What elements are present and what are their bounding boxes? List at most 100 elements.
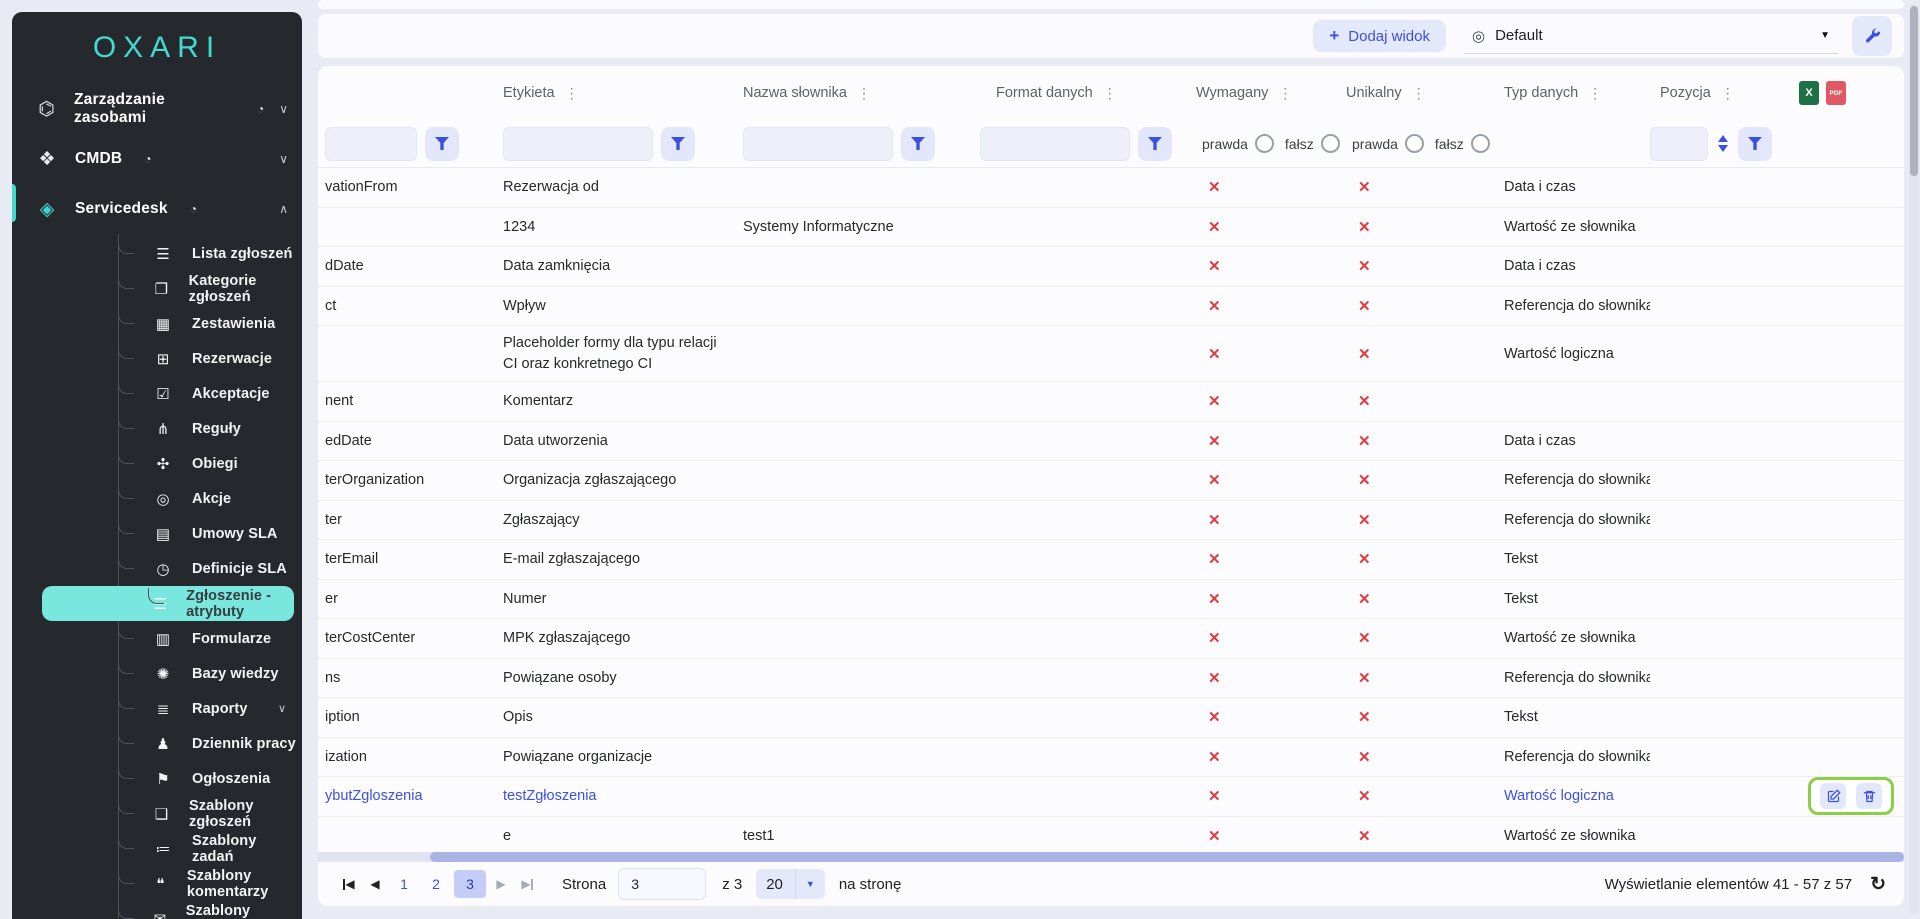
table-settings-button[interactable] bbox=[1852, 16, 1892, 56]
sidebar-item-target[interactable]: ◎Akcje bbox=[12, 481, 302, 516]
cell-wymagany: ✕ bbox=[1180, 218, 1330, 236]
sidebar-item-megaphone[interactable]: ⚑Ogłoszenia bbox=[12, 761, 302, 796]
sidebar-item-approvals[interactable]: ☑Akceptacje bbox=[12, 376, 302, 411]
column-header-label: Format danych bbox=[996, 85, 1093, 101]
filter-button[interactable] bbox=[1738, 127, 1772, 161]
sidebar-section-servicedesk[interactable]: ◈Servicedesk◔∧ bbox=[12, 184, 302, 234]
sidebar-section-assets[interactable]: ⌬Zarządzanie zasobami◔∨ bbox=[12, 84, 302, 134]
filter-button[interactable] bbox=[425, 127, 459, 161]
filter-button[interactable] bbox=[901, 127, 935, 161]
sidebar-item-comment[interactable]: ❝Szablony komentarzy bbox=[12, 866, 302, 901]
cell-etykieta: Zgłaszający bbox=[503, 512, 743, 528]
filter-input[interactable] bbox=[980, 127, 1130, 161]
horizontal-scrollbar[interactable] bbox=[318, 852, 1904, 862]
table-row[interactable]: vationFromRezerwacja od✕✕Data i czas bbox=[318, 168, 1904, 208]
edit-row-button[interactable] bbox=[1820, 783, 1846, 809]
filter-input[interactable] bbox=[325, 127, 417, 161]
cell-wymagany: ✕ bbox=[1180, 669, 1330, 687]
pdf-export-icon[interactable]: PDF bbox=[1826, 81, 1846, 105]
horizontal-scrollbar-thumb[interactable] bbox=[430, 852, 1904, 862]
delete-row-button[interactable] bbox=[1856, 783, 1882, 809]
cell-code: ct bbox=[325, 298, 503, 314]
page-number-2[interactable]: 2 bbox=[422, 870, 450, 898]
view-selector[interactable]: ◎ Default ▼ bbox=[1464, 19, 1838, 54]
page-number-input[interactable] bbox=[618, 868, 706, 900]
table-row[interactable]: Placeholder formy dla typu relacji CI or… bbox=[318, 326, 1904, 382]
page-number-1[interactable]: 1 bbox=[390, 870, 418, 898]
task-list-icon: ≔ bbox=[152, 840, 174, 858]
radio-true[interactable] bbox=[1255, 134, 1274, 153]
sidebar-item-workflows[interactable]: ✣Obiegi bbox=[12, 446, 302, 481]
table-row[interactable]: 1234Systemy Informatyczne✕✕Wartość ze sł… bbox=[318, 208, 1904, 248]
prev-page-button[interactable]: ◀ bbox=[362, 870, 388, 898]
table-row[interactable]: ctWpływ✕✕Referencja do słownika bbox=[318, 287, 1904, 327]
kebab-menu-icon[interactable]: ⋮ bbox=[857, 85, 871, 102]
kebab-menu-icon[interactable]: ⋮ bbox=[1412, 85, 1426, 102]
kebab-menu-icon[interactable]: ⋮ bbox=[565, 85, 579, 102]
sidebar-item-stopwatch[interactable]: ◷Definicje SLA bbox=[12, 551, 302, 586]
table-row[interactable]: dDateData zamknięcia✕✕Data i czas bbox=[318, 247, 1904, 287]
categories-icon: ❐ bbox=[152, 280, 171, 298]
sidebar-item-calendar[interactable]: ⊞Rezerwacje bbox=[12, 341, 302, 376]
sidebar-item-task-list[interactable]: ≔Szablony zadań bbox=[12, 831, 302, 866]
add-view-button[interactable]: + Dodaj widok bbox=[1313, 20, 1446, 52]
table-row[interactable]: ybutZgloszeniatestZgłoszenia✕✕Wartość lo… bbox=[318, 777, 1904, 817]
sidebar-item-template-doc[interactable]: ❏Szablony zgłoszeń bbox=[12, 796, 302, 831]
table-row[interactable]: izationPowiązane organizacje✕✕Referencja… bbox=[318, 738, 1904, 778]
sidebar-item-rules[interactable]: ⋔Reguły bbox=[12, 411, 302, 446]
table-row[interactable]: nentKomentarz✕✕ bbox=[318, 382, 1904, 422]
spinner-down-icon[interactable] bbox=[1718, 145, 1728, 152]
form-icon: ▥ bbox=[152, 630, 174, 648]
table-header-row: Etykieta⋮Nazwa słownika⋮Format danych⋮Wy… bbox=[318, 66, 1904, 120]
vertical-scrollbar-thumb[interactable] bbox=[1910, 6, 1918, 176]
table-row[interactable]: terEmailE-mail zgłaszającego✕✕Tekst bbox=[318, 540, 1904, 580]
filter-input[interactable] bbox=[503, 127, 653, 161]
column-header-label: Nazwa słownika bbox=[743, 85, 847, 101]
position-filter-input[interactable] bbox=[1650, 127, 1708, 161]
next-page-button[interactable]: ▶ bbox=[488, 870, 514, 898]
cell-code: ter bbox=[325, 512, 503, 528]
kebab-menu-icon[interactable]: ⋮ bbox=[1588, 85, 1602, 102]
vertical-scrollbar[interactable] bbox=[1909, 4, 1919, 914]
false-x-icon: ✕ bbox=[1330, 219, 1371, 236]
sidebar-item-bulb[interactable]: ✺Bazy wiedzy bbox=[12, 656, 302, 691]
cell-typ-danych: Data i czas bbox=[1478, 258, 1650, 274]
table-row[interactable]: terZgłaszający✕✕Referencja do słownika bbox=[318, 501, 1904, 541]
radio-false[interactable] bbox=[1471, 134, 1490, 153]
sidebar-item-document[interactable]: ▤Umowy SLA bbox=[12, 516, 302, 551]
radio-true[interactable] bbox=[1405, 134, 1424, 153]
false-x-icon: ✕ bbox=[1330, 551, 1371, 568]
filter-button[interactable] bbox=[661, 127, 695, 161]
table-row[interactable]: edDateData utworzenia✕✕Data i czas bbox=[318, 422, 1904, 462]
sidebar-section-cmdb[interactable]: ❖CMDB◔∨ bbox=[12, 134, 302, 184]
false-x-icon: ✕ bbox=[1330, 472, 1371, 489]
sidebar-item-person[interactable]: ♟Dziennik pracy bbox=[12, 726, 302, 761]
sidebar-item-attributes-list[interactable]: ☰Zgłoszenie - atrybuty bbox=[42, 586, 294, 621]
sidebar-item-categories[interactable]: ❐Kategorie zgłoszeń bbox=[12, 271, 302, 306]
page-size-select[interactable]: 20 ▼ bbox=[756, 869, 825, 899]
cell-wymagany: ✕ bbox=[1180, 787, 1330, 805]
refresh-icon[interactable]: ↻ bbox=[1870, 873, 1886, 896]
filter-input[interactable] bbox=[743, 127, 893, 161]
excel-export-icon[interactable]: X bbox=[1799, 81, 1819, 105]
sidebar-item-report[interactable]: ≣Raporty∨ bbox=[12, 691, 302, 726]
first-page-button[interactable]: ◀ bbox=[336, 870, 362, 898]
sidebar-item-mail[interactable]: ✉Szablony powiadomień bbox=[12, 901, 302, 919]
kebab-menu-icon[interactable]: ⋮ bbox=[1721, 85, 1735, 102]
sidebar-item-form[interactable]: ▥Formularze bbox=[12, 621, 302, 656]
page-number-3[interactable]: 3 bbox=[454, 870, 486, 898]
sidebar-item-list[interactable]: ☰Lista zgłoszeń bbox=[12, 236, 302, 271]
last-page-button[interactable]: ▶ bbox=[514, 870, 540, 898]
table-row[interactable]: nsPowiązane osoby✕✕Referencja do słownik… bbox=[318, 659, 1904, 699]
sidebar-item-tables[interactable]: ▦Zestawienia bbox=[12, 306, 302, 341]
table-row[interactable]: erNumer✕✕Tekst bbox=[318, 580, 1904, 620]
table-row[interactable]: iptionOpis✕✕Tekst bbox=[318, 698, 1904, 738]
table-row[interactable]: etest1✕✕Wartość ze słownika bbox=[318, 817, 1904, 857]
kebab-menu-icon[interactable]: ⋮ bbox=[1278, 85, 1292, 102]
table-row[interactable]: terCostCenterMPK zgłaszającego✕✕Wartość … bbox=[318, 619, 1904, 659]
spinner-up-icon[interactable] bbox=[1718, 135, 1728, 142]
filter-button[interactable] bbox=[1138, 127, 1172, 161]
kebab-menu-icon[interactable]: ⋮ bbox=[1103, 85, 1117, 102]
table-row[interactable]: terOrganizationOrganizacja zgłaszającego… bbox=[318, 461, 1904, 501]
table-filter-row: prawdafałszprawdafałsz bbox=[318, 120, 1904, 168]
